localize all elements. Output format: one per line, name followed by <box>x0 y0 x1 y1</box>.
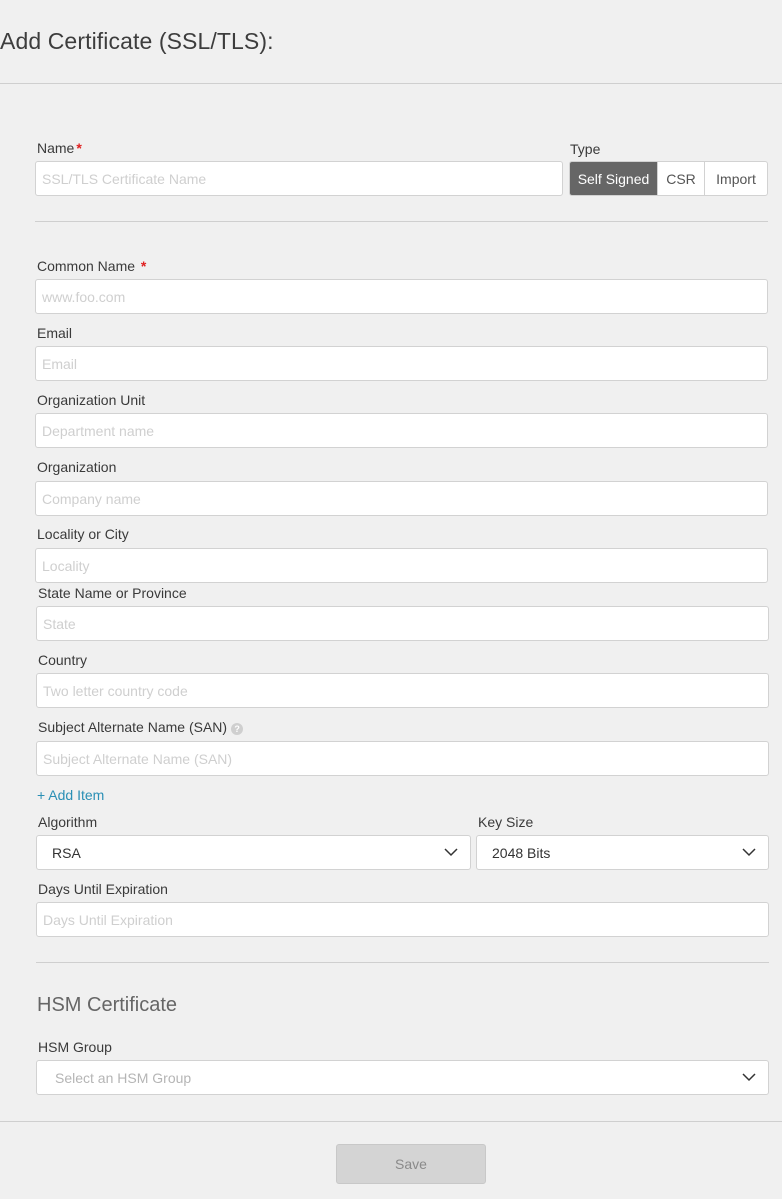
hsm-group-placeholder: Select an HSM Group <box>55 1069 192 1086</box>
question-circle-icon[interactable]: ? <box>231 723 244 735</box>
name-label-text: Name <box>37 140 75 156</box>
header-divider <box>0 83 782 84</box>
section-divider <box>35 221 768 222</box>
common-name-label: Common Name * <box>37 258 146 274</box>
required-mark: * <box>140 258 147 274</box>
san-label-text: Subject Alternate Name (SAN) <box>38 719 228 735</box>
locality-label: Locality or City <box>37 526 129 542</box>
common-name-label-text: Common Name <box>37 258 136 274</box>
name-label: Name * <box>37 140 82 156</box>
page-title: Add Certificate (SSL/TLS): <box>0 28 274 54</box>
email-label: Email <box>37 325 73 341</box>
type-segmented-control: Self Signed CSR Import <box>569 161 768 196</box>
org-unit-input[interactable] <box>35 413 768 448</box>
chevron-down-icon <box>742 1073 756 1082</box>
hsm-group-label: HSM Group <box>38 1039 112 1055</box>
required-mark: * <box>76 140 82 156</box>
state-label: State Name or Province <box>38 585 187 601</box>
common-name-input[interactable] <box>35 279 768 314</box>
certificate-name-input[interactable] <box>35 161 563 196</box>
san-input[interactable] <box>36 741 769 776</box>
chevron-down-icon <box>444 848 458 857</box>
footer-divider <box>0 1121 782 1122</box>
type-import-button[interactable]: Import <box>705 162 767 195</box>
hsm-group-select[interactable]: Select an HSM Group <box>36 1060 769 1095</box>
organization-label: Organization <box>37 459 117 475</box>
locality-input[interactable] <box>35 548 768 583</box>
chevron-down-icon <box>742 848 756 857</box>
algorithm-value: RSA <box>52 844 81 861</box>
type-csr-button[interactable]: CSR <box>658 162 705 195</box>
country-label: Country <box>38 652 88 668</box>
key-size-label: Key Size <box>478 814 534 830</box>
key-size-select[interactable]: 2048 Bits <box>476 835 769 870</box>
hsm-section-title: HSM Certificate <box>37 994 178 1016</box>
days-label: Days Until Expiration <box>38 881 168 897</box>
org-unit-label: Organization Unit <box>37 392 146 408</box>
key-size-value: 2048 Bits <box>492 844 551 861</box>
add-item-link[interactable]: + Add Item <box>37 787 104 803</box>
san-label: Subject Alternate Name (SAN)? <box>38 719 244 735</box>
algorithm-select[interactable]: RSA <box>36 835 471 870</box>
organization-input[interactable] <box>35 481 768 516</box>
algorithm-label: Algorithm <box>38 814 98 830</box>
type-label: Type <box>570 141 601 157</box>
state-input[interactable] <box>36 606 769 641</box>
days-input[interactable] <box>36 902 769 937</box>
type-self-signed-button[interactable]: Self Signed <box>570 162 658 195</box>
section-divider <box>36 962 769 963</box>
email-input[interactable] <box>35 346 768 381</box>
country-input[interactable] <box>36 673 769 708</box>
save-button[interactable]: Save <box>336 1144 486 1184</box>
